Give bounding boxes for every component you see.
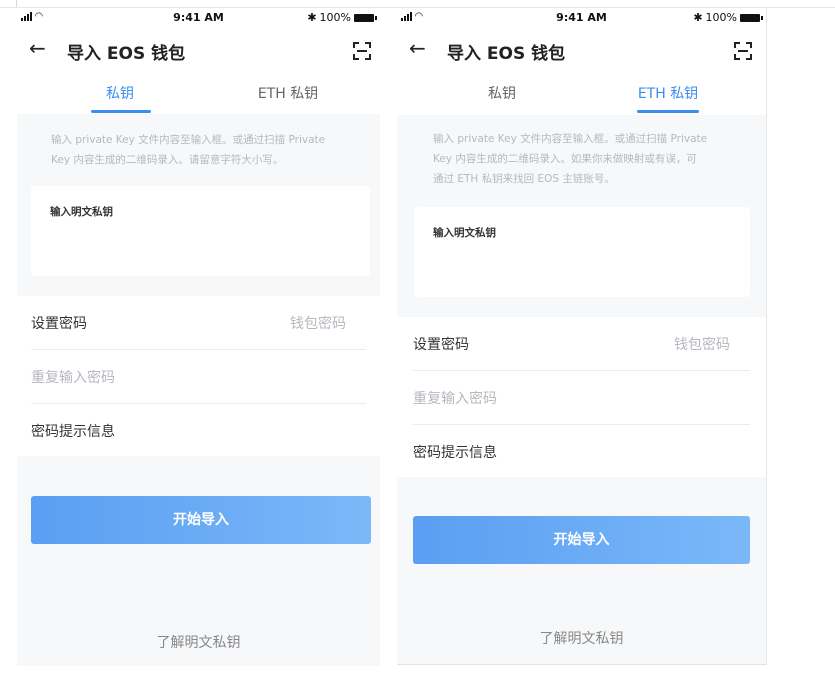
learn-private-key-link[interactable]: 了解明文私钥 bbox=[17, 632, 380, 652]
phone-screen-private-key: ◠ 9:41 AM ✱ 100% ← 导入 EOS 钱包 私钥 ETH 私钥 输… bbox=[17, 8, 380, 666]
private-key-input[interactable]: 输入明文私钥 bbox=[414, 207, 750, 297]
password-hint-field[interactable]: 密码提示信息 bbox=[31, 404, 366, 457]
battery-icon bbox=[740, 13, 763, 22]
password-row[interactable]: 设置密码 钱包密码 bbox=[31, 296, 366, 350]
active-tab-indicator bbox=[91, 110, 151, 113]
divider-tick bbox=[16, 0, 17, 7]
active-tab-indicator bbox=[637, 110, 699, 113]
header-area: ◠ 9:41 AM ✱ 100% ← 导入 EOS 钱包 私钥 ETH 私钥 bbox=[397, 8, 766, 115]
tab-eth-private-key[interactable]: ETH 私钥 bbox=[635, 83, 701, 103]
tab-bar: 私钥 ETH 私钥 bbox=[17, 78, 380, 114]
description-line: 通过 ETH 私钥来找回 EOS 主链账号。 bbox=[433, 173, 615, 185]
bluetooth-icon: ✱ bbox=[693, 11, 703, 24]
password-placeholder: 钱包密码 bbox=[290, 316, 346, 332]
private-key-input-label: 输入明文私钥 bbox=[50, 206, 113, 218]
learn-private-key-link[interactable]: 了解明文私钥 bbox=[397, 628, 766, 648]
password-hint-label: 密码提示信息 bbox=[413, 445, 497, 461]
password-hint-label: 密码提示信息 bbox=[31, 424, 115, 440]
description-line: 输入 private Key 文件内容至输入框。或通过扫描 Private bbox=[433, 133, 708, 145]
bluetooth-icon: ✱ bbox=[307, 11, 317, 24]
tab-bar: 私钥 ETH 私钥 bbox=[397, 78, 766, 114]
status-right: ✱ 100% bbox=[693, 11, 763, 24]
top-divider bbox=[0, 0, 835, 8]
scan-icon[interactable] bbox=[353, 42, 371, 60]
private-key-input[interactable]: 输入明文私钥 bbox=[31, 186, 370, 276]
repeat-password-placeholder: 重复输入密码 bbox=[31, 370, 115, 386]
back-arrow-icon[interactable]: ← bbox=[29, 38, 46, 58]
password-label: 设置密码 bbox=[31, 316, 87, 332]
description-line: 输入 private Key 文件内容至输入框。或通过扫描 Private bbox=[51, 134, 326, 146]
private-key-input-label: 输入明文私钥 bbox=[433, 227, 496, 239]
start-import-button[interactable]: 开始导入 bbox=[413, 516, 750, 564]
tab-private-key[interactable]: 私钥 bbox=[487, 83, 517, 103]
battery-percent: 100% bbox=[705, 11, 737, 24]
password-form: 设置密码 钱包密码 重复输入密码 密码提示信息 bbox=[397, 317, 766, 477]
repeat-password-field[interactable]: 重复输入密码 bbox=[31, 350, 366, 404]
header-area: ◠ 9:41 AM ✱ 100% ← 导入 EOS 钱包 私钥 ETH 私钥 bbox=[17, 8, 380, 114]
tab-private-key[interactable]: 私钥 bbox=[105, 83, 135, 103]
status-bar: ◠ 9:41 AM ✱ 100% bbox=[17, 11, 380, 25]
password-hint-field[interactable]: 密码提示信息 bbox=[413, 425, 750, 478]
battery-icon bbox=[354, 13, 377, 22]
tab-eth-private-key[interactable]: ETH 私钥 bbox=[256, 83, 320, 103]
nav-bar: ← 导入 EOS 钱包 bbox=[397, 36, 766, 64]
status-right: ✱ 100% bbox=[307, 11, 377, 24]
import-description: 输入 private Key 文件内容至输入框。或通过扫描 Private Ke… bbox=[51, 130, 325, 170]
page-title: 导入 EOS 钱包 bbox=[447, 44, 566, 64]
description-line: Key 内容生成的二维码录入。如果你未做映射或有误，可 bbox=[433, 153, 697, 165]
repeat-password-placeholder: 重复输入密码 bbox=[413, 391, 497, 407]
start-import-button[interactable]: 开始导入 bbox=[31, 496, 371, 544]
password-placeholder: 钱包密码 bbox=[674, 337, 730, 353]
scan-icon[interactable] bbox=[734, 42, 752, 60]
password-label: 设置密码 bbox=[413, 337, 469, 353]
status-bar: ◠ 9:41 AM ✱ 100% bbox=[397, 11, 766, 25]
repeat-password-field[interactable]: 重复输入密码 bbox=[413, 371, 750, 425]
page-title: 导入 EOS 钱包 bbox=[67, 44, 186, 64]
password-row[interactable]: 设置密码 钱包密码 bbox=[413, 317, 750, 371]
phone-screen-eth-private-key: ◠ 9:41 AM ✱ 100% ← 导入 EOS 钱包 私钥 ETH 私钥 输… bbox=[397, 8, 767, 665]
nav-bar: ← 导入 EOS 钱包 bbox=[17, 36, 380, 64]
password-form: 设置密码 钱包密码 重复输入密码 密码提示信息 bbox=[17, 296, 380, 456]
battery-percent: 100% bbox=[319, 11, 351, 24]
back-arrow-icon[interactable]: ← bbox=[409, 38, 426, 58]
import-description: 输入 private Key 文件内容至输入框。或通过扫描 Private Ke… bbox=[433, 129, 707, 189]
description-line: Key 内容生成的二维码录入。请留意字符大小写。 bbox=[51, 154, 284, 166]
